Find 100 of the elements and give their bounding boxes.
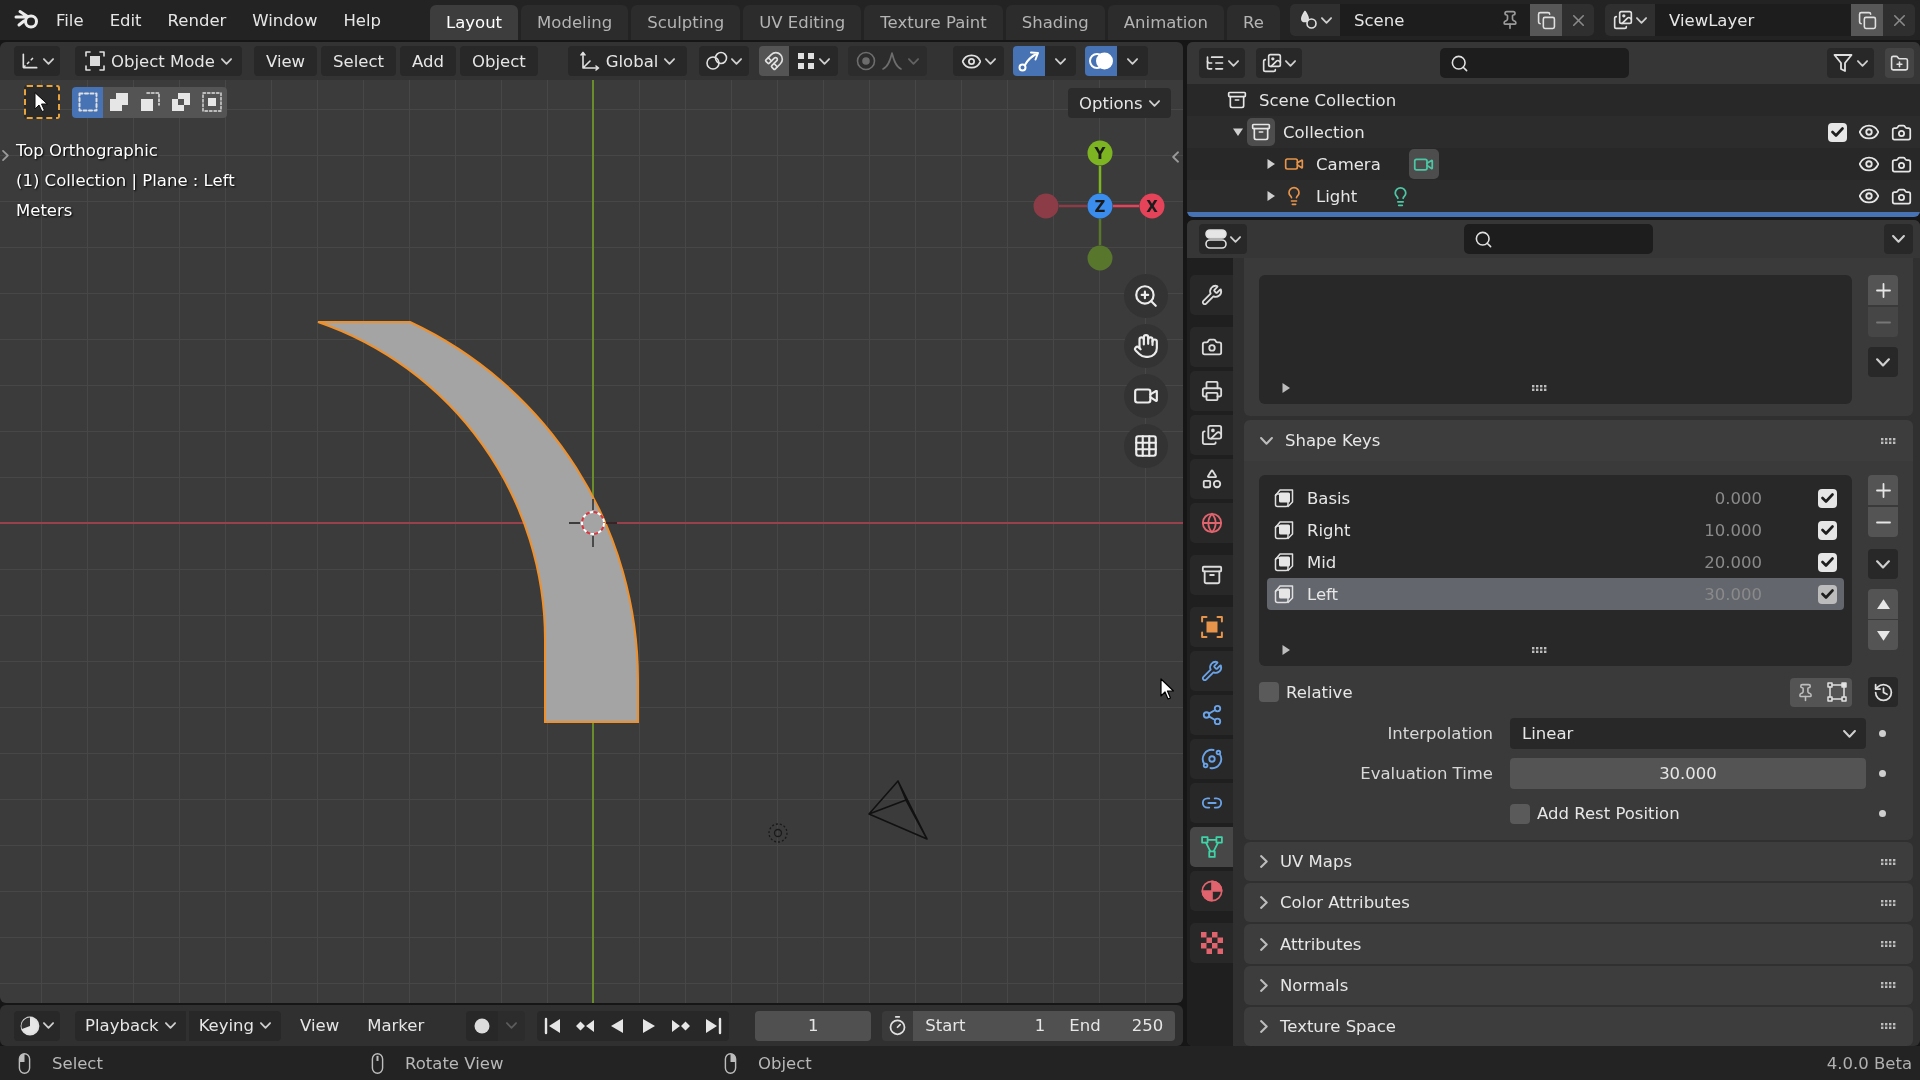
menu-button[interactable]: View bbox=[292, 1010, 348, 1041]
panel-header[interactable]: UV Maps bbox=[1244, 842, 1913, 882]
visibility-dropdown[interactable] bbox=[953, 46, 1005, 76]
gizmos-toggle[interactable] bbox=[1013, 46, 1046, 76]
options-dropdown[interactable] bbox=[1884, 224, 1913, 254]
proportional-editing-dropdown[interactable] bbox=[848, 46, 928, 76]
panel-header[interactable]: Normals bbox=[1244, 965, 1913, 1005]
gizmo-axis-ball[interactable]: X bbox=[1139, 193, 1165, 219]
menu-button[interactable]: Select bbox=[321, 46, 396, 76]
menu-button[interactable]: Object bbox=[459, 46, 538, 76]
overlays-toggle[interactable] bbox=[1085, 46, 1118, 76]
add-button[interactable] bbox=[1868, 275, 1898, 305]
move-up-button[interactable] bbox=[1868, 589, 1898, 619]
pivot-dropdown[interactable] bbox=[699, 46, 750, 76]
properties-tab[interactable] bbox=[1190, 555, 1233, 595]
menu-item[interactable]: Window bbox=[242, 5, 328, 35]
outliner-item-name[interactable]: Collection bbox=[1283, 122, 1365, 142]
remove-scene-button[interactable] bbox=[1562, 4, 1594, 36]
properties-tab[interactable] bbox=[1190, 503, 1233, 543]
search-field[interactable] bbox=[1440, 48, 1629, 78]
projection-button[interactable] bbox=[1124, 424, 1168, 468]
properties-tab[interactable] bbox=[1190, 827, 1233, 867]
keyframe-dot-icon[interactable] bbox=[1878, 730, 1886, 737]
menu-item[interactable]: Help bbox=[333, 5, 391, 35]
gizmos-dropdown[interactable] bbox=[1045, 46, 1077, 76]
properties-tab[interactable] bbox=[1190, 739, 1233, 779]
current-frame-field[interactable]: 1 bbox=[755, 1010, 872, 1041]
snap-target-dropdown[interactable] bbox=[789, 46, 839, 76]
properties-tab[interactable] bbox=[1190, 923, 1233, 963]
evaluation-time-field[interactable]: 30.000 bbox=[1510, 758, 1866, 789]
start-frame-field[interactable]: Start 1 bbox=[913, 1010, 1058, 1041]
gizmo-axis-ball[interactable]: Z bbox=[1087, 193, 1113, 219]
edit-mode-button[interactable] bbox=[1821, 677, 1852, 707]
properties-tab[interactable] bbox=[1190, 371, 1233, 411]
menu-item[interactable]: File bbox=[46, 5, 94, 35]
workspace-tab[interactable]: Layout bbox=[430, 5, 519, 40]
panel-header[interactable]: Texture Space bbox=[1244, 1006, 1913, 1046]
editor-type-button[interactable] bbox=[1199, 224, 1247, 254]
scene-type-button[interactable] bbox=[1290, 4, 1340, 36]
workspace-tab[interactable]: UV Editing bbox=[743, 5, 862, 40]
keyframe-dot-icon[interactable] bbox=[1878, 770, 1886, 777]
end-frame-field[interactable]: End 250 bbox=[1057, 1010, 1176, 1041]
specials-menu-button[interactable] bbox=[1868, 347, 1898, 377]
properties-tab[interactable] bbox=[1190, 459, 1233, 499]
view-layer-name-field[interactable]: ViewLayer bbox=[1655, 4, 1851, 36]
menu-item[interactable]: Edit bbox=[99, 5, 152, 35]
shape-key-row[interactable]: Basis 0.000 bbox=[1267, 482, 1844, 514]
mode-dropdown[interactable]: Object Mode bbox=[75, 46, 242, 76]
properties-tab[interactable] bbox=[1190, 783, 1233, 823]
new-view-layer-button[interactable] bbox=[1851, 4, 1883, 36]
playback-button[interactable] bbox=[537, 1010, 570, 1041]
selection-mode-button[interactable] bbox=[103, 86, 134, 118]
playback-button[interactable] bbox=[697, 1010, 730, 1041]
filter-type-dropdown[interactable] bbox=[1256, 48, 1302, 78]
preview-range-button[interactable] bbox=[882, 1010, 914, 1041]
properties-tab[interactable] bbox=[1190, 695, 1233, 735]
properties-tab[interactable] bbox=[1190, 415, 1233, 455]
new-collection-button[interactable] bbox=[1885, 48, 1914, 78]
specials-menu-button[interactable] bbox=[1868, 549, 1898, 579]
shape-key-row[interactable]: Mid 20.000 bbox=[1267, 546, 1844, 578]
search-field[interactable] bbox=[1464, 224, 1653, 254]
properties-tab[interactable] bbox=[1190, 275, 1233, 315]
shape-key-row[interactable]: Right 10.000 bbox=[1267, 514, 1844, 546]
checkbox[interactable] bbox=[1259, 682, 1279, 702]
interpolation-dropdown[interactable]: Linear bbox=[1510, 718, 1866, 749]
video-camera-icon[interactable] bbox=[1408, 149, 1439, 179]
snap-toggle[interactable] bbox=[759, 46, 790, 76]
workspace-tab[interactable]: Re bbox=[1226, 5, 1280, 40]
pin-button[interactable] bbox=[1790, 677, 1821, 707]
filter-dropdown[interactable] bbox=[1827, 48, 1874, 78]
selection-mode-button[interactable] bbox=[72, 86, 103, 118]
add-button[interactable] bbox=[1868, 475, 1898, 505]
properties-tab[interactable] bbox=[1190, 871, 1233, 911]
pan-button[interactable] bbox=[1124, 324, 1168, 368]
camera-view-button[interactable] bbox=[1124, 374, 1168, 418]
keyframe-dot-icon[interactable] bbox=[1878, 810, 1886, 817]
checkbox[interactable] bbox=[1818, 552, 1837, 572]
checkbox[interactable] bbox=[1818, 520, 1837, 540]
scene-name-field[interactable]: Scene bbox=[1340, 4, 1530, 36]
remove-view-layer-button[interactable] bbox=[1883, 4, 1915, 36]
display-mode-dropdown[interactable] bbox=[1199, 48, 1245, 78]
panel-header[interactable]: Attributes bbox=[1244, 924, 1913, 964]
outliner-item-name[interactable]: Camera bbox=[1316, 154, 1381, 174]
dropdown-menu-button[interactable]: Playback bbox=[75, 1010, 186, 1041]
menu-button[interactable]: Marker bbox=[359, 1010, 433, 1041]
reset-button[interactable] bbox=[1868, 677, 1898, 707]
checkbox[interactable] bbox=[1818, 488, 1837, 508]
new-scene-button[interactable] bbox=[1530, 4, 1562, 36]
menu-button[interactable]: Add bbox=[400, 46, 456, 76]
workspace-tab[interactable]: Modeling bbox=[521, 5, 629, 40]
gizmo-axis-ball[interactable]: Y bbox=[1087, 140, 1113, 166]
menu-button[interactable]: View bbox=[253, 46, 318, 76]
selection-mode-button[interactable] bbox=[196, 86, 227, 118]
outliner-item-name[interactable]: Scene Collection bbox=[1259, 90, 1397, 110]
menu-item[interactable]: Render bbox=[157, 5, 237, 35]
outliner-item-name[interactable]: Light bbox=[1316, 186, 1358, 206]
panel-header[interactable]: Shape Keys bbox=[1244, 420, 1913, 461]
options-dropdown[interactable]: Options bbox=[1068, 88, 1171, 118]
checkbox[interactable] bbox=[1828, 122, 1847, 142]
checkbox[interactable] bbox=[1510, 803, 1530, 824]
